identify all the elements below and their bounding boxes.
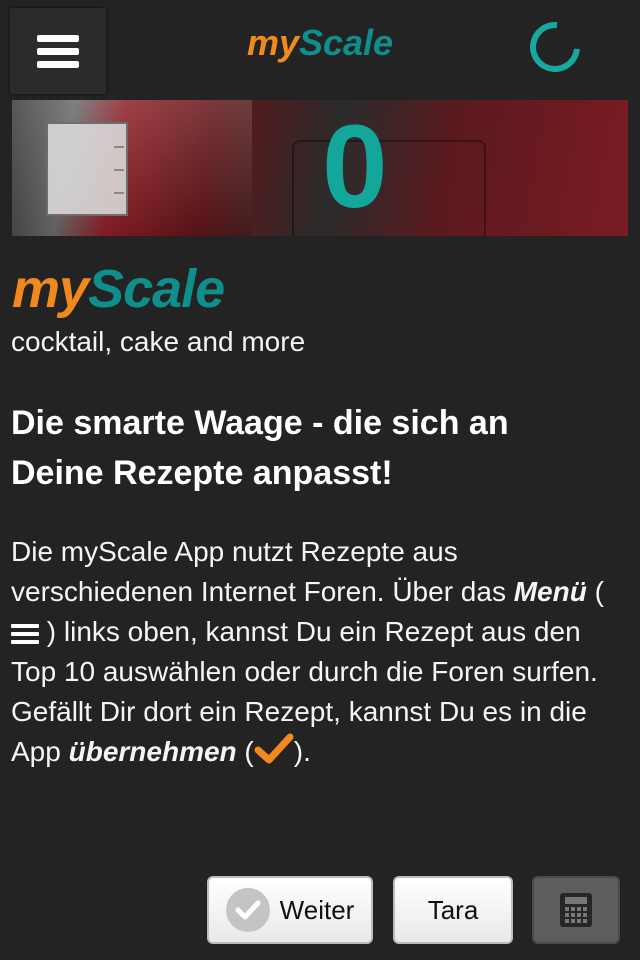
headline: Die smarte Waage - die sich an Deine Rez… [11, 398, 631, 498]
tagline: cocktail, cake and more [11, 326, 306, 357]
brand-scale: Scale [88, 259, 225, 319]
checkmark-icon [254, 733, 294, 764]
intro-text-part: Die myScale App nutzt Rezepte aus versch… [11, 536, 514, 607]
check-circle-icon [225, 888, 270, 932]
intro-text-part: ( [236, 736, 254, 767]
weight-readout: 0 [322, 101, 388, 233]
calculator-icon [560, 893, 592, 927]
take-word: übernehmen [68, 736, 237, 767]
header-title-my: my [246, 22, 299, 63]
intro-text: Die myScale App nutzt Rezepte aus versch… [11, 532, 631, 772]
tara-button[interactable]: Tara [393, 876, 513, 944]
header-title-scale: Scale [298, 22, 394, 63]
tara-label: Tara [427, 894, 479, 925]
weiter-button[interactable]: Weiter [207, 876, 373, 944]
brand-logo: myScale [12, 258, 225, 320]
glass-level-icon [46, 122, 128, 216]
headline-line-2: Deine Rezepte anpasst! [11, 454, 393, 492]
app-header: myScale [0, 0, 640, 96]
inline-hamburger-icon [11, 620, 39, 648]
brand-my: my [12, 259, 89, 319]
headline-line-1: Die smarte Waage - die sich an [11, 404, 509, 442]
menu-word: Menü [513, 576, 587, 607]
intro-text-part: ( [586, 576, 604, 607]
scale-display-banner: 0 [12, 100, 628, 236]
weiter-label: Weiter [279, 894, 355, 925]
intro-text-part: ). [293, 736, 311, 767]
calculator-button[interactable] [532, 876, 620, 944]
